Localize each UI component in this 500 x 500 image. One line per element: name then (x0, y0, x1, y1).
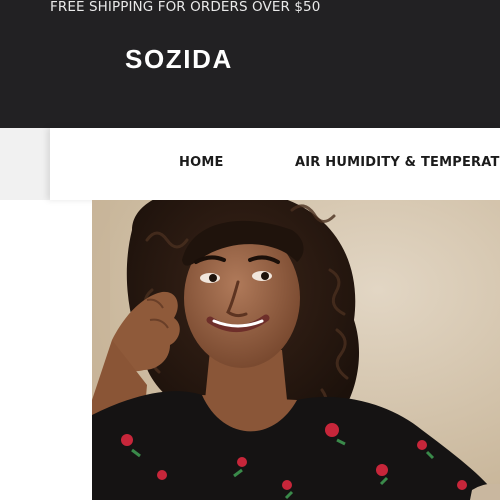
free-shipping-banner: FREE SHIPPING FOR ORDERS OVER $50 (50, 0, 321, 15)
store-logo[interactable]: SOZIDA (125, 44, 233, 75)
nav-item-home[interactable]: HOME (179, 155, 224, 170)
main-navigation: HOME AIR HUMIDITY & TEMPERATUR (50, 128, 500, 200)
top-header-bar: FREE SHIPPING FOR ORDERS OVER $50 SOZIDA (0, 0, 500, 128)
side-menu-tab[interactable] (0, 128, 50, 200)
hero-photo (92, 200, 500, 500)
hero-banner-image[interactable] (92, 200, 500, 500)
nav-item-air-humidity-temperature[interactable]: AIR HUMIDITY & TEMPERATUR (295, 155, 500, 170)
